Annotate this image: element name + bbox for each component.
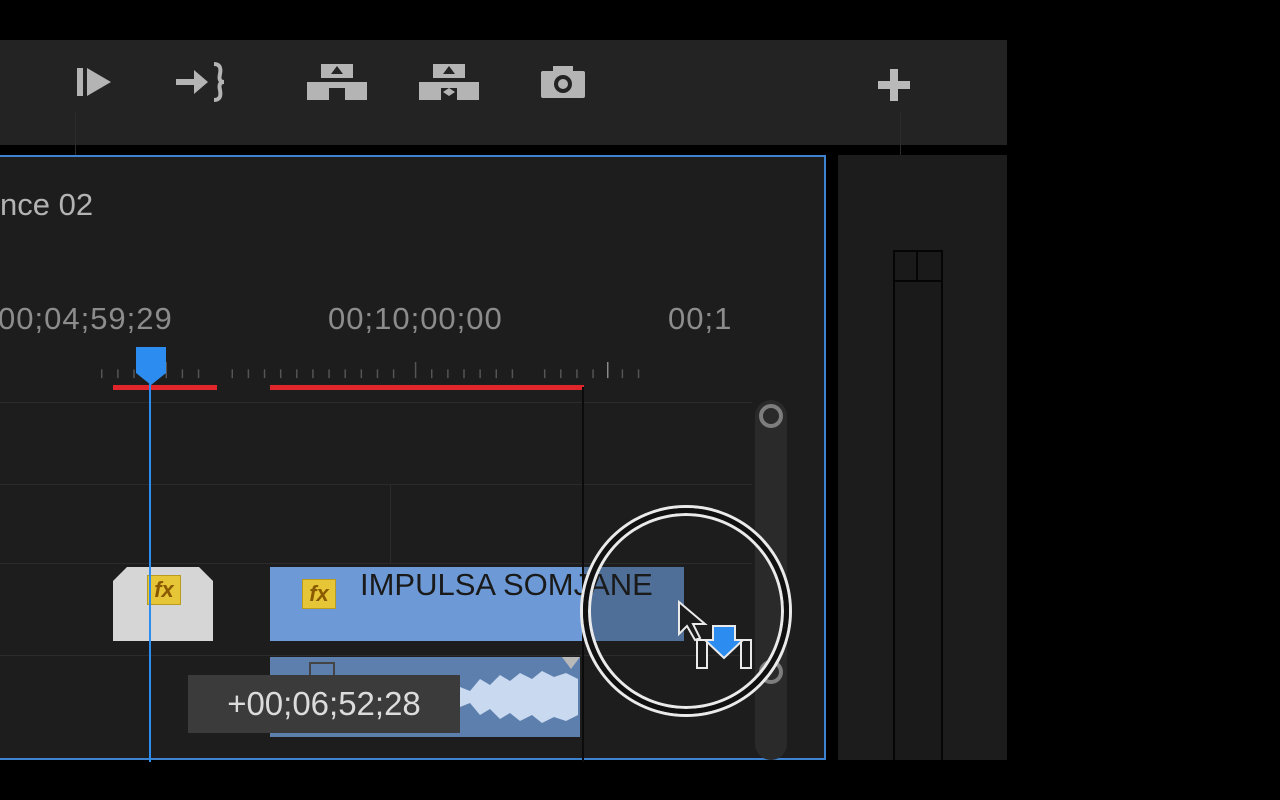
audio-meter-panel [838,155,1007,760]
ruler-timecode: 00;04;59;29 [0,301,173,336]
playhead-handle[interactable] [134,345,168,387]
fx-badge: fx [302,579,336,609]
program-monitor-toolbar [0,40,1007,172]
ruler-ticks [101,362,640,379]
trim-cursor-icon [678,600,752,669]
play-in-to-out-button[interactable] [65,62,120,102]
camera-icon [540,66,585,98]
audio-meter [893,250,943,760]
ruler-timecode: 00;10;00;00 [328,301,503,336]
add-button[interactable] [870,65,918,105]
ruler-timecode: 00;1 [668,301,733,336]
meter-channel-divider [916,252,918,280]
track-divider [390,485,391,563]
export-frame-button[interactable] [535,62,590,102]
lift-icon [307,64,367,100]
render-bar-red [270,385,584,390]
play-in-to-out-icon [76,68,111,96]
meter-peak-indicators [895,252,941,282]
sequence-tab-title[interactable]: nce 02 [0,187,93,223]
lift-button[interactable] [303,62,371,102]
trim-timecode-tooltip: +00;06;52;28 [188,675,460,733]
track-divider [0,484,752,485]
playhead-line [149,347,151,762]
scrollbar-top-handle[interactable] [759,404,783,428]
video-clip[interactable]: fx [113,567,213,641]
extract-icon [419,64,479,100]
plus-icon [878,69,910,101]
go-to-out-button[interactable] [170,62,230,102]
track-divider [0,402,752,403]
edit-point-line [582,387,584,762]
go-to-out-icon [176,62,225,102]
time-ruler[interactable] [0,362,752,384]
extract-button[interactable] [415,62,483,102]
fx-badge: fx [147,575,181,605]
